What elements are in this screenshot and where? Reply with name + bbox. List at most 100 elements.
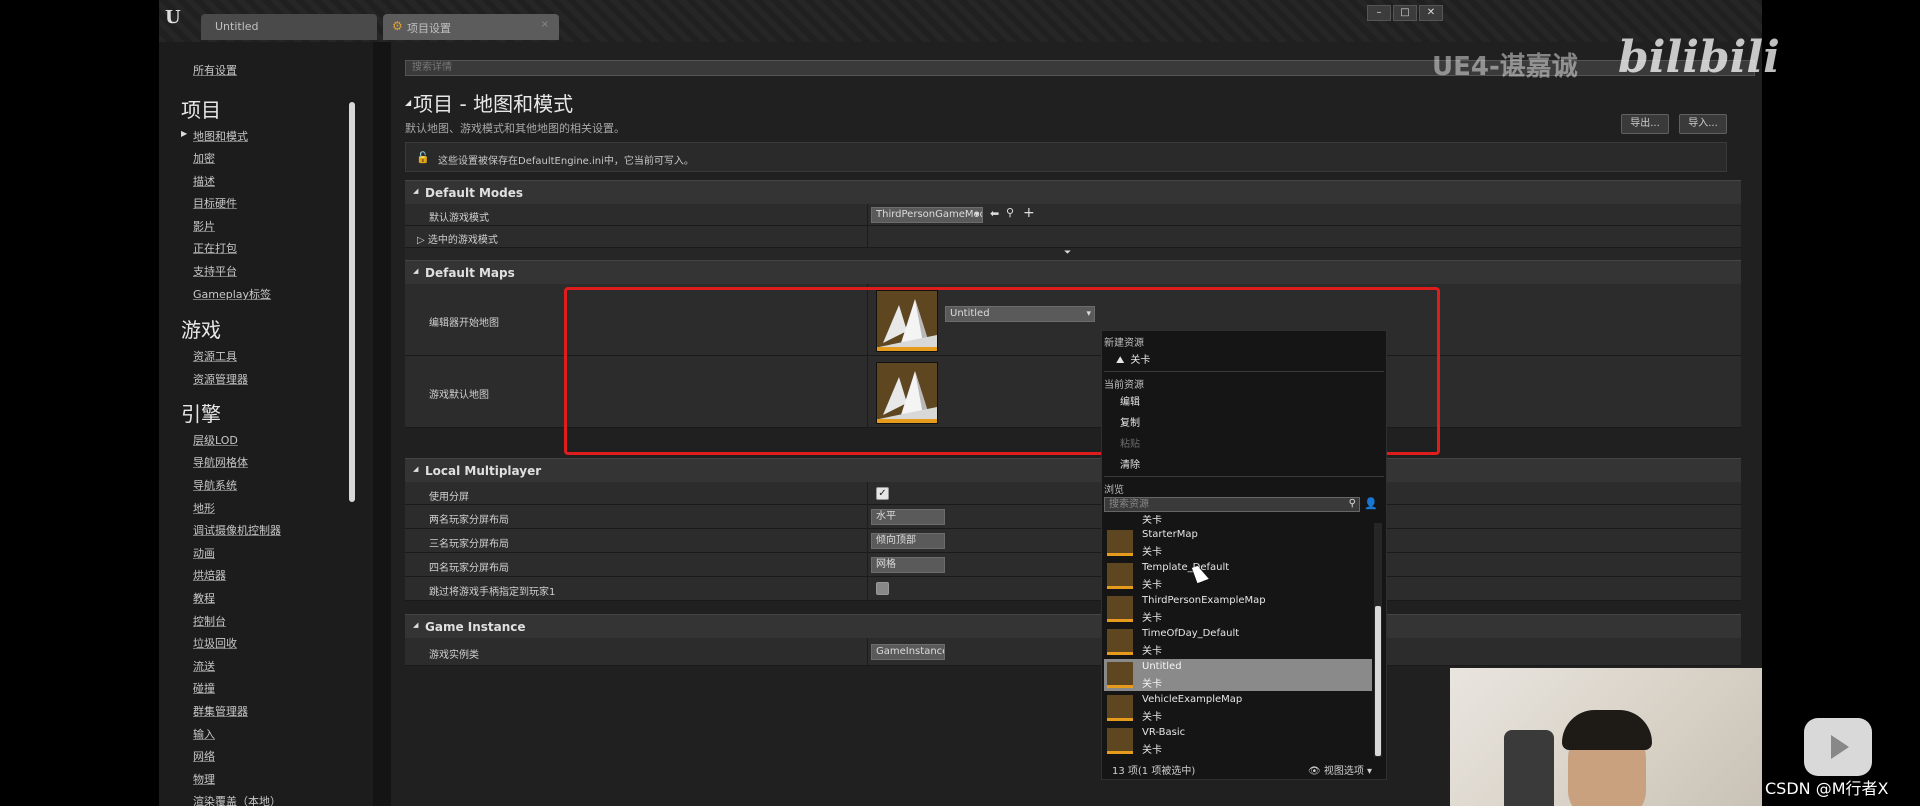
level-icon [1107,728,1133,754]
tab-project-settings[interactable]: ⚙ 项目设置 × [383,14,559,40]
column-divider [867,204,868,225]
search-icon[interactable]: ⚲ [1006,206,1014,219]
close-window-button[interactable]: ✕ [1419,5,1443,21]
asset-list-item[interactable]: ThirdPersonExampleMap 关卡 [1104,593,1372,625]
unlock-icon: 🔓 [416,151,430,164]
use-splitscreen-checkbox[interactable]: ✓ [876,487,889,500]
sidebar-item-cooker[interactable]: 烘焙器 [193,567,226,583]
section-local-multiplayer: Local Multiplayer 使用分屏 ✓ 两名玩家分屏布局 水平 三名玩… [405,458,1741,601]
chevron-down-icon: ▾ [1363,766,1373,777]
sidebar-item-console[interactable]: 控制台 [193,613,226,629]
menu-label: 关卡 [1130,355,1151,366]
sidebar-item-tutorials[interactable]: 教程 [193,590,215,606]
sidebar-item-network[interactable]: 网络 [193,748,215,764]
row-default-game-mode: 默认游戏模式 ThirdPersonGameMode ▾ ⬅ ⚲ + [405,204,1741,226]
default-game-mode-combo[interactable]: ThirdPersonGameMode ▾ [871,207,983,223]
asset-list-item-selected[interactable]: Untitled 关卡 [1104,659,1372,691]
sidebar-item-nav-system[interactable]: 导航系统 [193,477,237,493]
section-header[interactable]: Default Modes [405,180,1741,204]
sidebar-item-gameplay-tags[interactable]: Gameplay标签 [193,286,271,302]
new-level-menu-item[interactable]: ⛰ 关卡 [1116,351,1150,366]
four-player-layout-label: 四名玩家分屏布局 [429,563,509,574]
level-icon [1107,530,1133,556]
import-button[interactable]: 导入... [1679,114,1727,134]
level-icon [1107,695,1133,721]
skip-assign-gamepad-label: 跳过将游戏手柄指定到玩家1 [429,587,556,598]
sidebar-item-physics[interactable]: 物理 [193,771,215,787]
sidebar-item-maps-modes[interactable]: 地图和模式 [181,128,248,144]
close-tab-icon[interactable]: × [541,19,549,30]
sidebar-item-target-hardware[interactable]: 目标硬件 [193,195,237,211]
sidebar-item-packaging[interactable]: 正在打包 [193,240,237,256]
clear-menu-item[interactable]: 清除 [1120,456,1140,471]
section-header[interactable]: Local Multiplayer [405,458,1741,482]
three-player-layout-label: 三名玩家分屏布局 [429,539,509,550]
play-icon[interactable] [1804,718,1872,776]
csdn-credit: CSDN @M行者X [1765,779,1889,798]
settings-sidebar: 所有设置 项目 地图和模式 加密 描述 目标硬件 影片 正在打包 支持平台 Ga… [159,42,373,806]
sidebar-item-rendering-overrides[interactable]: 渲染覆盖（本地） [193,793,281,806]
asset-list-scrollbar[interactable] [1375,606,1381,756]
edit-menu-item[interactable]: 编辑 [1120,393,1140,408]
user-filter-icon[interactable]: 👤 [1364,497,1379,512]
expand-chevron-icon[interactable]: ⏷ [1064,248,1071,258]
search-icon[interactable]: ⚲ [1349,497,1356,510]
section-header[interactable]: Default Maps [405,260,1741,284]
asset-list-item[interactable]: Template_Default 关卡 [1104,560,1372,592]
asset-list-item[interactable]: StarterMap 关卡 [1104,527,1372,559]
level-icon: ⛰ [1116,355,1125,366]
asset-type: 关卡 [1142,580,1162,591]
sidebar-item-streaming[interactable]: 流送 [193,658,215,674]
sidebar-item-hlod[interactable]: 层级LOD [193,432,238,448]
level-icon [1107,629,1133,655]
sidebar-item-asset-manager[interactable]: 资源管理器 [193,371,248,387]
row-four-player-layout: 四名玩家分屏布局 网格 [405,553,1741,577]
view-options-button[interactable]: 👁 视图选项 ▾ [1308,762,1372,777]
copy-menu-item[interactable]: 复制 [1120,414,1140,429]
skip-assign-gamepad-checkbox[interactable] [876,582,889,595]
sidebar-item-debug-camera[interactable]: 调试摄像机控制器 [193,522,281,538]
sidebar-item-collision[interactable]: 碰撞 [193,680,215,696]
plus-icon[interactable]: + [1023,205,1035,221]
tab-untitled[interactable]: Untitled [201,14,377,40]
chair [1504,730,1554,806]
section-default-modes: Default Modes 默认游戏模式 ThirdPersonGameMode… [405,180,1741,262]
current-asset-header: 当前资源 [1104,380,1144,391]
sidebar-item-crowd-manager[interactable]: 群集管理器 [193,703,248,719]
asset-name: VehicleExampleMap [1142,694,1243,705]
asset-list-item[interactable]: VR-Basic 关卡 [1104,725,1372,757]
asset-name: VR-Basic [1142,727,1186,738]
selected-game-mode-label[interactable]: ▷ 选中的游戏模式 [417,231,498,246]
three-player-layout-combo[interactable]: 倾向顶部 [871,533,945,549]
row-skip-assign-gamepad: 跳过将游戏手柄指定到玩家1 [405,577,1741,601]
maximize-button[interactable]: □ [1393,5,1417,21]
presenter-hair [1562,710,1652,750]
sidebar-item-asset-tools[interactable]: 资源工具 [193,348,237,364]
asset-list-item[interactable]: VehicleExampleMap 关卡 [1104,692,1372,724]
asset-list-item-partial[interactable]: 关卡 [1104,515,1372,527]
sidebar-group-project: 项目 [181,98,221,122]
asset-search-input[interactable]: 搜索资源 ⚲ [1104,497,1360,512]
sidebar-item-garbage-collection[interactable]: 垃圾回收 [193,635,237,651]
sidebar-scrollbar[interactable] [349,102,355,502]
minimize-button[interactable]: – [1367,5,1391,21]
game-instance-class-combo[interactable]: GameInstance [871,644,945,660]
sidebar-item-encryption[interactable]: 加密 [193,150,215,166]
sidebar-group-engine: 引擎 [181,402,221,426]
page-subtitle: 默认地图、游戏模式和其他地图的相关设置。 [405,122,625,135]
sidebar-item-input[interactable]: 输入 [193,726,215,742]
sidebar-item-navmesh[interactable]: 导航网格体 [193,454,248,470]
sidebar-item-movies[interactable]: 影片 [193,218,215,234]
sidebar-item-supported-platforms[interactable]: 支持平台 [193,263,237,279]
section-header[interactable]: Game Instance [405,614,1741,638]
sidebar-item-animation[interactable]: 动画 [193,545,215,561]
sidebar-item-landscape[interactable]: 地形 [193,500,215,516]
asset-list-item[interactable]: TimeOfDay_Default 关卡 [1104,626,1372,658]
arrow-left-icon[interactable]: ⬅ [990,207,999,220]
sidebar-item-description[interactable]: 描述 [193,173,215,189]
export-button[interactable]: 导出... [1621,114,1669,134]
sidebar-item-all-settings[interactable]: 所有设置 [193,62,237,78]
asset-count: 13 项(1 项被选中) [1112,766,1196,777]
four-player-layout-combo[interactable]: 网格 [871,557,945,573]
two-player-layout-combo[interactable]: 水平 [871,509,945,525]
